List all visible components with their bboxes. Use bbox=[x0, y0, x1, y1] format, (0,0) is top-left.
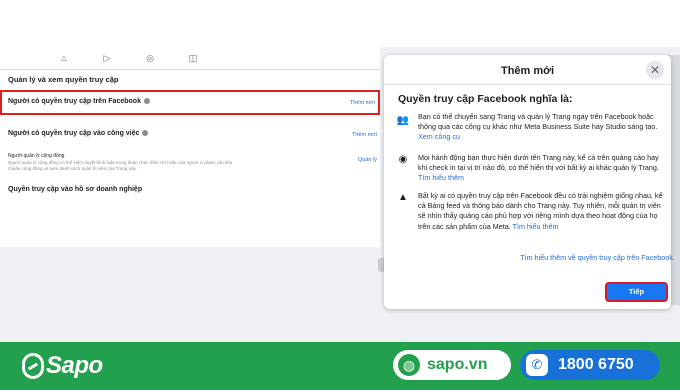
info-item-visibility: Mọi hành động bạn thực hiện dưới tên Tra… bbox=[418, 153, 659, 183]
globe-icon: ◍ bbox=[398, 354, 420, 376]
community-manager-description: Người quản lý cộng đồng có thể kiểm duyệ… bbox=[8, 160, 233, 171]
close-icon[interactable]: ✕ bbox=[646, 61, 664, 79]
dialog-title: Thêm mới bbox=[500, 65, 555, 77]
hotline-pill[interactable]: ✆ 1800 6750 bbox=[520, 350, 660, 380]
hotline-number: 1800 6750 bbox=[558, 356, 634, 373]
task-access-label: Người có quyền truy cập vào công việc bbox=[8, 130, 149, 137]
nav-divider bbox=[0, 69, 380, 70]
home-icon[interactable]: ⌂ bbox=[59, 53, 69, 63]
eye-icon: ◉ bbox=[398, 154, 408, 165]
video-icon[interactable]: ▷ bbox=[102, 53, 112, 63]
info-icon[interactable] bbox=[143, 98, 150, 104]
sapo-logo: Sapo bbox=[22, 350, 103, 382]
globe-icon[interactable]: ◎ bbox=[145, 53, 155, 63]
website-text: sapo.vn bbox=[427, 356, 488, 373]
learn-more-access-link[interactable]: Tìm hiểu thêm về quyền truy cập trên Fac… bbox=[384, 253, 680, 262]
community-manager-manage-link[interactable]: Quản lý bbox=[358, 157, 377, 163]
facebook-access-add-link[interactable]: Thêm mới bbox=[350, 100, 375, 106]
info-icon[interactable] bbox=[142, 130, 149, 136]
warning-icon: ▲ bbox=[398, 192, 408, 203]
view-tools-link[interactable]: Xem công cụ bbox=[418, 132, 460, 141]
page-access-panel: ⌂ ▷ ◎ ◫ Quản lý và xem quyền truy cập Ng… bbox=[0, 47, 380, 247]
add-access-dialog: Thêm mới ✕ Quyền truy cập Facebook nghĩa… bbox=[384, 55, 675, 309]
top-nav: ⌂ ▷ ◎ ◫ bbox=[0, 53, 380, 70]
task-access-add-link[interactable]: Thêm mới bbox=[352, 132, 377, 138]
business-profile-access-label: Quyền truy cập vào hồ sơ doanh nghiệp bbox=[8, 186, 143, 193]
section-title: Quản lý và xem quyền truy cập bbox=[8, 75, 119, 84]
phone-icon: ✆ bbox=[526, 354, 548, 376]
info-item-experience: Bất kỳ ai có quyền truy cập trên Faceboo… bbox=[418, 191, 663, 231]
community-manager-label: Người quản lý cộng đồng bbox=[8, 153, 65, 159]
dialog-divider bbox=[384, 84, 671, 85]
next-button[interactable]: Tiếp bbox=[605, 282, 668, 302]
dialog-heading: Quyền truy cập Facebook nghĩa là: bbox=[398, 93, 573, 105]
learn-more-link[interactable]: Tìm hiểu thêm bbox=[418, 173, 464, 182]
website-pill[interactable]: ◍ sapo.vn bbox=[393, 350, 511, 380]
facebook-access-row: Người có quyền truy cập trên Facebook Th… bbox=[0, 90, 380, 115]
people-icon: 👥 bbox=[396, 115, 410, 126]
gaming-icon[interactable]: ◫ bbox=[188, 53, 198, 63]
learn-more-link[interactable]: Tìm hiểu thêm bbox=[513, 222, 559, 231]
facebook-access-label: Người có quyền truy cập trên Facebook bbox=[8, 98, 150, 105]
info-item-tools: Bạn có thể chuyển sang Trang và quản lý … bbox=[418, 112, 658, 142]
sapo-logo-mark bbox=[22, 353, 44, 379]
